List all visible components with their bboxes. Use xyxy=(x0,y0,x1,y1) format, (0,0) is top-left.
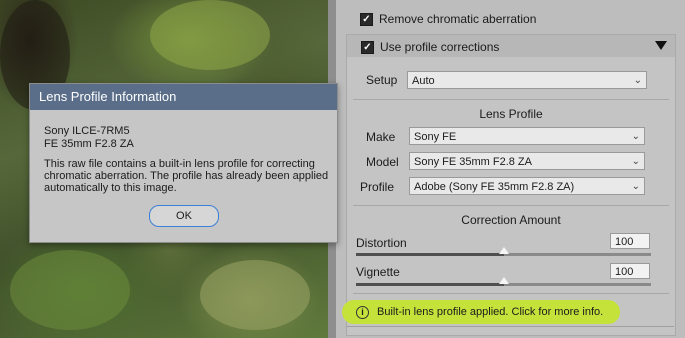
make-value: Sony FE xyxy=(414,131,457,143)
setup-select[interactable]: Auto ⌄ xyxy=(407,71,647,89)
vignette-slider[interactable] xyxy=(356,277,651,286)
info-icon: i xyxy=(356,305,369,319)
info-banner-text: Built-in lens profile applied. Click for… xyxy=(377,306,604,318)
use-profile-row[interactable]: ✓ Use profile corrections xyxy=(361,40,499,54)
setup-label: Setup xyxy=(366,73,398,87)
divider xyxy=(353,293,669,294)
use-profile-label: Use profile corrections xyxy=(380,40,500,54)
model-value: Sony FE 35mm F2.8 ZA xyxy=(414,156,532,168)
dialog-lens: FE 35mm F2.8 ZA xyxy=(44,138,134,150)
chevron-down-icon: ⌄ xyxy=(631,181,640,192)
divider xyxy=(346,326,674,327)
dialog-title: Lens Profile Information xyxy=(30,84,337,110)
distortion-label: Distortion xyxy=(356,236,407,250)
distortion-slider-fill xyxy=(356,253,504,256)
distortion-value-field[interactable]: 100 xyxy=(610,233,650,249)
make-label: Make xyxy=(366,130,396,144)
vignette-value-field[interactable]: 100 xyxy=(610,263,650,279)
vignette-slider-thumb[interactable] xyxy=(498,277,509,284)
remove-ca-row[interactable]: ✓ Remove chromatic aberration xyxy=(360,12,536,26)
dialog-message-line: automatically to this image. xyxy=(44,182,177,194)
chevron-down-icon: ⌄ xyxy=(633,75,642,86)
vignette-slider-fill xyxy=(356,283,504,286)
ok-button[interactable]: OK xyxy=(149,205,219,227)
photo-moss-highlight xyxy=(150,0,270,70)
profile-label: Profile xyxy=(360,180,395,194)
chevron-down-icon: ⌄ xyxy=(631,131,640,142)
chevron-down-icon: ⌄ xyxy=(631,156,640,167)
divider xyxy=(353,99,669,100)
model-select[interactable]: Sony FE 35mm F2.8 ZA ⌄ xyxy=(409,152,645,170)
distortion-slider-thumb[interactable] xyxy=(498,247,509,254)
remove-ca-checkbox[interactable]: ✓ xyxy=(360,12,373,26)
lens-profile-title: Lens Profile xyxy=(479,107,543,121)
profile-value: Adobe (Sony FE 35mm F2.8 ZA) xyxy=(414,181,575,193)
profile-select[interactable]: Adobe (Sony FE 35mm F2.8 ZA) ⌄ xyxy=(409,177,645,195)
lens-profile-info-banner[interactable]: i Built-in lens profile applied. Click f… xyxy=(342,300,620,324)
model-label: Model xyxy=(366,155,399,169)
photo-foliage xyxy=(10,250,130,330)
profile-section: ✓ Use profile corrections Setup Auto ⌄ L… xyxy=(346,34,676,336)
lens-corrections-panel: ✓ Remove chromatic aberration ✓ Use prof… xyxy=(336,0,685,338)
distortion-slider[interactable] xyxy=(356,247,651,256)
make-select[interactable]: Sony FE ⌄ xyxy=(409,127,645,145)
correction-amount-title: Correction Amount xyxy=(461,213,561,227)
vignette-label: Vignette xyxy=(356,265,400,279)
collapse-triangle-icon[interactable] xyxy=(655,41,667,50)
divider xyxy=(353,205,669,206)
dialog-camera: Sony ILCE-7RM5 xyxy=(44,125,130,137)
lens-profile-info-dialog: Lens Profile Information Sony ILCE-7RM5 … xyxy=(29,83,338,243)
remove-ca-label: Remove chromatic aberration xyxy=(379,12,537,26)
setup-value: Auto xyxy=(412,75,435,87)
use-profile-checkbox[interactable]: ✓ xyxy=(361,40,374,54)
photo-foliage xyxy=(200,260,310,330)
